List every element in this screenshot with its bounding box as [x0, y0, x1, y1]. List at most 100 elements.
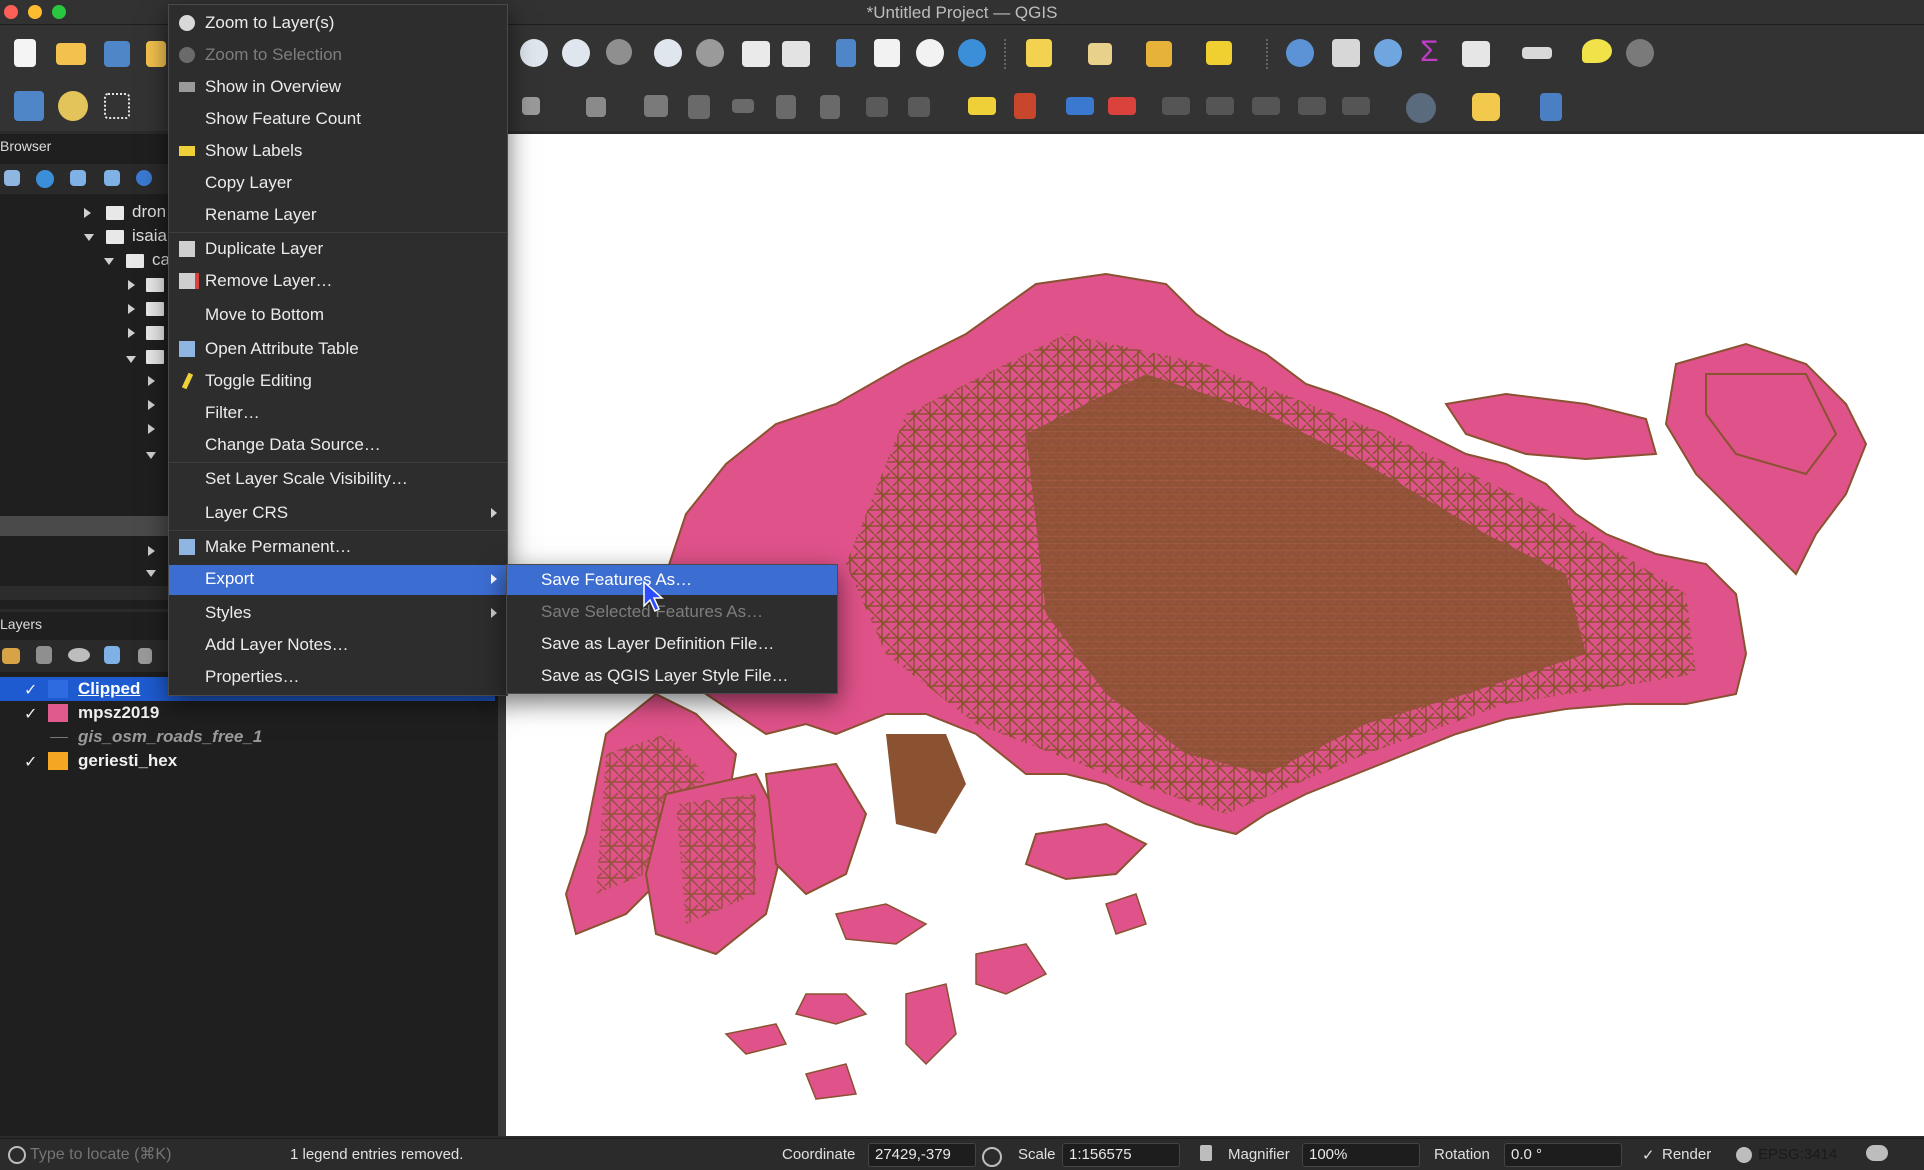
delete-selected-icon[interactable]	[688, 95, 710, 119]
menu-item-filter[interactable]: Filter…	[169, 399, 507, 427]
crs-globe-icon[interactable]	[1736, 1147, 1752, 1163]
zoom-selection-toolbar-icon[interactable]	[696, 39, 724, 67]
menu-item-zoom-to-selection[interactable]: Zoom to Selection	[169, 41, 507, 69]
change-label-icon[interactable]	[1252, 97, 1280, 115]
data-source-manager-icon[interactable]	[14, 91, 44, 121]
label-properties-icon[interactable]	[1298, 97, 1326, 115]
collapse-arrow-icon[interactable]	[84, 234, 94, 241]
lock-icon[interactable]	[1200, 1145, 1212, 1161]
show-hide-labels-icon[interactable]	[1108, 97, 1136, 115]
collapse-arrow-icon[interactable]	[104, 258, 114, 265]
menu-item-zoom-to-layer[interactable]: Zoom to Layer(s)	[169, 9, 507, 37]
layer-row-mpsz2019[interactable]: ✓ mpsz2019	[0, 701, 495, 725]
scale-field[interactable]: 1:156575	[1062, 1143, 1180, 1167]
menu-item-change-data-source[interactable]: Change Data Source…	[169, 431, 507, 459]
expand-arrow-icon[interactable]	[148, 400, 155, 410]
statistics-icon[interactable]: Σ	[1420, 35, 1439, 69]
add-layer-icon[interactable]	[58, 91, 88, 121]
new-3d-view-icon[interactable]	[782, 41, 810, 67]
menu-item-make-permanent[interactable]: Make Permanent…	[169, 533, 507, 561]
menu-item-save-selected-features-as[interactable]: Save Selected Features As…	[507, 597, 837, 627]
zoom-in-icon[interactable]	[520, 39, 548, 67]
map-tips-icon[interactable]	[1582, 39, 1612, 63]
render-checkbox[interactable]: ✓	[1642, 1146, 1655, 1164]
processing-toolbox-icon[interactable]	[1374, 39, 1402, 67]
show-bookmarks-icon[interactable]	[874, 39, 900, 67]
rotation-field[interactable]: 0.0 °	[1504, 1143, 1622, 1167]
menu-item-show-feature-count[interactable]: Show Feature Count	[169, 105, 507, 133]
add-group-icon[interactable]	[36, 646, 52, 664]
copy-features-icon[interactable]	[776, 95, 796, 119]
vertex-tool-icon[interactable]	[522, 97, 540, 115]
collapse-arrow-icon[interactable]	[146, 570, 156, 577]
menu-item-export[interactable]: Export	[169, 565, 507, 595]
menu-item-properties[interactable]: Properties…	[169, 663, 507, 691]
messages-icon[interactable]	[1866, 1145, 1888, 1161]
menu-item-styles[interactable]: Styles	[169, 599, 507, 627]
cut-features-icon[interactable]	[732, 99, 754, 113]
menu-item-save-qgis-style[interactable]: Save as QGIS Layer Style File…	[507, 661, 837, 691]
properties-info-icon[interactable]	[136, 170, 152, 186]
new-map-view-icon[interactable]	[742, 41, 770, 67]
layer-visibility-checkbox[interactable]: ✓	[24, 704, 38, 724]
expand-arrow-icon[interactable]	[128, 280, 135, 290]
zoom-native-icon[interactable]	[606, 39, 632, 65]
zoom-layer-toolbar-icon[interactable]	[654, 39, 682, 67]
menu-item-duplicate-layer[interactable]: Duplicate Layer	[169, 235, 507, 263]
expand-arrow-icon[interactable]	[148, 546, 155, 556]
project-templates-icon[interactable]	[146, 41, 166, 67]
expand-arrow-icon[interactable]	[84, 208, 91, 218]
menu-item-copy-layer[interactable]: Copy Layer	[169, 169, 507, 197]
zoom-out-icon[interactable]	[562, 39, 590, 67]
menu-item-show-in-overview[interactable]: Show in Overview	[169, 73, 507, 101]
rotate-label-icon[interactable]	[1206, 97, 1234, 115]
help-icon[interactable]	[1540, 93, 1562, 121]
menu-item-save-layer-definition[interactable]: Save as Layer Definition File…	[507, 629, 837, 659]
filter-legend-icon[interactable]	[104, 646, 120, 664]
digitize-icon[interactable]	[104, 93, 130, 119]
menu-item-rename-layer[interactable]: Rename Layer	[169, 201, 507, 229]
refresh-browser-icon[interactable]	[36, 170, 54, 188]
magnifier-field[interactable]: 100%	[1302, 1143, 1420, 1167]
pin-labels-icon[interactable]	[1066, 97, 1094, 115]
menu-item-set-scale-visibility[interactable]: Set Layer Scale Visibility…	[169, 465, 507, 493]
browser-selected-row[interactable]	[0, 516, 180, 536]
redo-icon[interactable]	[908, 97, 930, 117]
deselect-features-icon[interactable]	[1146, 41, 1172, 67]
save-project-icon[interactable]	[104, 41, 130, 67]
menu-item-move-to-bottom[interactable]: Move to Bottom	[169, 301, 507, 329]
new-project-icon[interactable]	[14, 39, 36, 67]
menu-item-open-attribute-table[interactable]: Open Attribute Table	[169, 335, 507, 363]
python-console-icon[interactable]	[1472, 93, 1500, 121]
add-selected-icon[interactable]	[4, 170, 20, 186]
field-calculator-icon[interactable]	[1332, 39, 1360, 67]
menu-item-save-features-as[interactable]: Save Features As…	[507, 565, 837, 595]
select-location-icon[interactable]	[1206, 41, 1232, 65]
locator-search-input[interactable]	[28, 1143, 282, 1167]
menu-item-add-layer-notes[interactable]: Add Layer Notes…	[169, 631, 507, 659]
edit-tool-icon[interactable]	[586, 97, 606, 117]
identify-features-icon[interactable]	[1286, 39, 1314, 67]
refresh-icon[interactable]	[958, 39, 986, 67]
label-toolbar-icon[interactable]	[968, 97, 996, 115]
open-layer-styling-icon[interactable]	[2, 648, 20, 664]
settings-gear-icon[interactable]	[1626, 39, 1654, 67]
diagram-icon[interactable]	[1014, 93, 1036, 119]
menu-item-remove-layer[interactable]: Remove Layer…	[169, 267, 507, 295]
collapse-all-icon[interactable]	[104, 170, 120, 186]
plugin-globe-icon[interactable]	[1406, 93, 1436, 123]
edit-attributes-icon[interactable]	[644, 95, 668, 117]
move-label-icon[interactable]	[1162, 97, 1190, 115]
measure-icon[interactable]	[1522, 47, 1552, 59]
expand-arrow-icon[interactable]	[148, 424, 155, 434]
menu-item-toggle-editing[interactable]: Toggle Editing	[169, 367, 507, 395]
layer-row-geriesti-hex[interactable]: ✓ geriesti_hex	[0, 749, 495, 773]
expand-arrow-icon[interactable]	[128, 328, 135, 338]
coordinate-field[interactable]: 27429,-379	[868, 1143, 976, 1167]
attribute-table-icon[interactable]	[1462, 41, 1490, 67]
select-by-value-icon[interactable]	[1088, 43, 1112, 65]
filter-expression-icon[interactable]	[138, 648, 152, 664]
label-style-icon[interactable]	[1342, 97, 1370, 115]
collapse-arrow-icon[interactable]	[146, 452, 156, 459]
expand-arrow-icon[interactable]	[148, 376, 155, 386]
